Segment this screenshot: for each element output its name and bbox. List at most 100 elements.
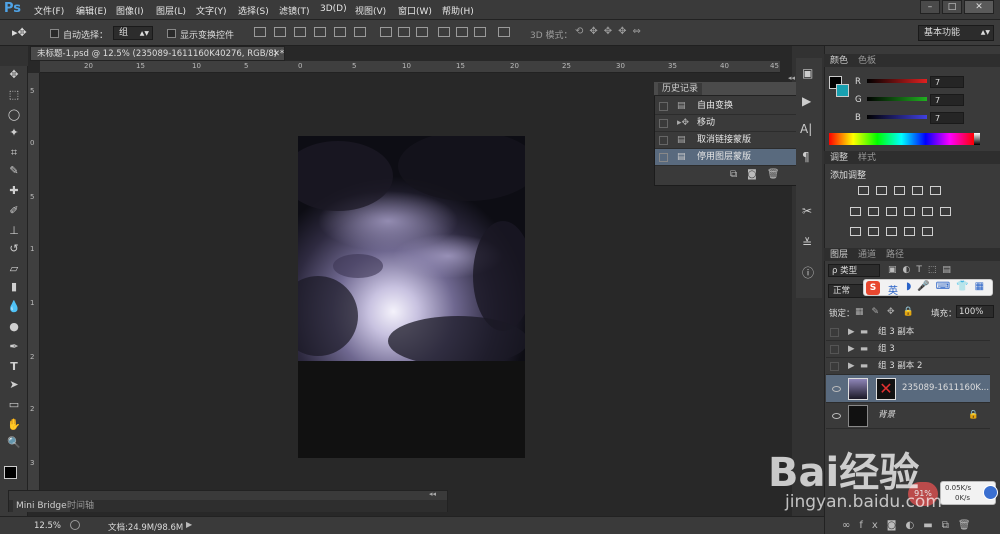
tab-swatches[interactable]: 色板 (858, 55, 876, 67)
align-bottom-icon[interactable] (294, 27, 306, 37)
menu-file[interactable]: 文件(F) (34, 4, 64, 17)
threshold-icon[interactable] (886, 227, 897, 236)
history-checkbox[interactable] (659, 102, 668, 111)
path-select-tool-icon[interactable]: ➤ (4, 376, 24, 394)
info-icon[interactable]: ⓘ (802, 264, 814, 281)
foreground-color-swatch[interactable] (4, 466, 17, 479)
pen-tool-icon[interactable]: ✒ (4, 338, 24, 356)
eye-icon[interactable] (832, 413, 841, 419)
tab-timeline[interactable]: 时间轴 (67, 500, 94, 512)
color-lookup-icon[interactable] (940, 207, 951, 216)
tab-channels[interactable]: 通道 (858, 249, 876, 261)
dodge-tool-icon[interactable]: ● (4, 318, 24, 336)
expand-arrow-icon[interactable]: ▶ (848, 341, 855, 358)
tab-history[interactable]: 历史记录 (658, 83, 703, 95)
brightness-icon[interactable] (858, 186, 869, 195)
move-tool-icon[interactable]: ▸✥ (12, 26, 27, 39)
history-item-selected[interactable]: ▤ 停用图层蒙版 (655, 149, 797, 166)
background-color-swatch[interactable] (836, 84, 849, 97)
menu-filter[interactable]: 滤镜(T) (279, 4, 310, 17)
link-icon[interactable]: ∞ (842, 520, 859, 531)
red-slider[interactable] (867, 79, 927, 83)
close-tab-icon[interactable]: ✕ (273, 47, 280, 60)
history-item[interactable]: ▤ 取消链接蒙版 (655, 132, 797, 149)
posterize-icon[interactable] (868, 227, 879, 236)
blue-value-field[interactable]: 7 (930, 112, 964, 124)
eye-icon[interactable] (832, 386, 841, 392)
status-info-icon[interactable] (70, 520, 80, 530)
distribute-hcenter-icon[interactable] (456, 27, 468, 37)
menu-help[interactable]: 帮助(H) (442, 4, 474, 17)
character-panel-icon[interactable]: A| (800, 122, 812, 136)
history-checkbox[interactable] (659, 153, 668, 162)
zoom-tool-icon[interactable]: 🔍 (4, 434, 24, 452)
history-panel-icon[interactable]: ▣ (802, 66, 813, 80)
auto-select-dropdown[interactable]: 组 ▲▼ (113, 26, 153, 40)
align-vcenter-icon[interactable] (274, 27, 286, 37)
menu-window[interactable]: 窗口(W) (398, 4, 432, 17)
distribute-right-icon[interactable] (474, 27, 486, 37)
expand-arrow-icon[interactable]: ▶ (848, 358, 855, 375)
color-balance-icon[interactable] (868, 207, 879, 216)
menu-3d[interactable]: 3D(D) (320, 4, 347, 14)
levels-icon[interactable] (876, 186, 887, 195)
layer-row[interactable]: ▶ ▬ 组 3 (826, 341, 990, 358)
menu-type[interactable]: 文字(Y) (196, 4, 227, 17)
black-white-icon[interactable] (886, 207, 897, 216)
layer-row-selected[interactable]: ✕ 235089-1611160K... (826, 375, 990, 403)
trash-icon[interactable]: 🗑 (767, 169, 790, 180)
align-hcenter-icon[interactable] (334, 27, 346, 37)
quick-select-tool-icon[interactable]: ✦ (4, 124, 24, 142)
tab-styles[interactable]: 样式 (858, 152, 876, 164)
history-item[interactable]: ▤ 自由变换 (655, 98, 797, 115)
distribute-left-icon[interactable] (438, 27, 450, 37)
green-slider[interactable] (867, 97, 927, 101)
mask-icon[interactable]: ◙ (887, 520, 906, 531)
menu-view[interactable]: 视图(V) (355, 4, 386, 17)
exposure-icon[interactable] (912, 186, 923, 195)
disabled-mask-icon[interactable]: ✕ (876, 378, 896, 400)
zoom-level[interactable]: 12.5% (34, 521, 61, 531)
tab-adjustments[interactable]: 调整 (830, 152, 848, 164)
tab-mini-bridge[interactable]: Mini Bridge (13, 500, 70, 512)
healing-tool-icon[interactable]: ✚ (4, 182, 24, 200)
workspace-dropdown[interactable]: 基本功能 ▲▼ (918, 25, 994, 41)
layer-row[interactable]: ▶ ▬ 组 3 副本 2 (826, 358, 990, 375)
grayscale-ramp[interactable] (974, 133, 980, 145)
history-item[interactable]: ▸✥ 移动 (655, 115, 797, 132)
history-brush-tool-icon[interactable]: ↺ (4, 240, 24, 258)
folder-icon[interactable]: ▬ (923, 520, 941, 531)
stamp-tool-icon[interactable]: ⊥ (4, 222, 24, 240)
auto-select-checkbox[interactable] (50, 29, 59, 38)
type-tool-icon[interactable]: T (4, 358, 24, 376)
tab-paths[interactable]: 路径 (886, 249, 904, 261)
align-right-icon[interactable] (354, 27, 366, 37)
invert-icon[interactable] (850, 227, 861, 236)
layer-row[interactable]: ▶ ▬ 组 3 副本 (826, 324, 990, 341)
selective-color-icon[interactable] (904, 227, 915, 236)
meter-toggle-icon[interactable] (983, 485, 998, 500)
show-transform-checkbox[interactable] (167, 29, 176, 38)
layer-filter-icons[interactable]: ▣◐T⬚▤ (888, 265, 957, 275)
curves-icon[interactable] (894, 186, 905, 195)
distribute-vcenter-icon[interactable] (398, 27, 410, 37)
collapse-panel-icon[interactable]: ◂◂ (429, 490, 436, 498)
trash-icon[interactable]: 🗑 (958, 520, 980, 531)
lock-icons[interactable]: ▦✎✥🔒 (855, 307, 922, 317)
storm-cloud-image[interactable] (298, 136, 525, 361)
crop-tool-icon[interactable]: ⌗ (4, 144, 24, 162)
fx-icon[interactable]: fx (859, 520, 886, 531)
green-value-field[interactable]: 7 (930, 94, 964, 106)
move-tool-icon[interactable]: ✥ (4, 66, 24, 84)
auto-align-icon[interactable] (498, 27, 510, 37)
new-document-icon[interactable]: ⧉ (730, 169, 747, 180)
paragraph-panel-icon[interactable]: ¶ (802, 150, 810, 164)
layer-kind-filter[interactable]: ρ 类型 (828, 264, 880, 277)
menu-select[interactable]: 选择(S) (238, 4, 269, 17)
hand-tool-icon[interactable]: ✋ (4, 416, 24, 434)
marquee-tool-icon[interactable]: ⬚ (4, 86, 24, 104)
menu-layer[interactable]: 图层(L) (156, 4, 186, 17)
vibrance-icon[interactable] (930, 186, 941, 195)
brush-tool-icon[interactable]: ✐ (4, 202, 24, 220)
adjustment-icon[interactable]: ◐ (906, 520, 924, 531)
